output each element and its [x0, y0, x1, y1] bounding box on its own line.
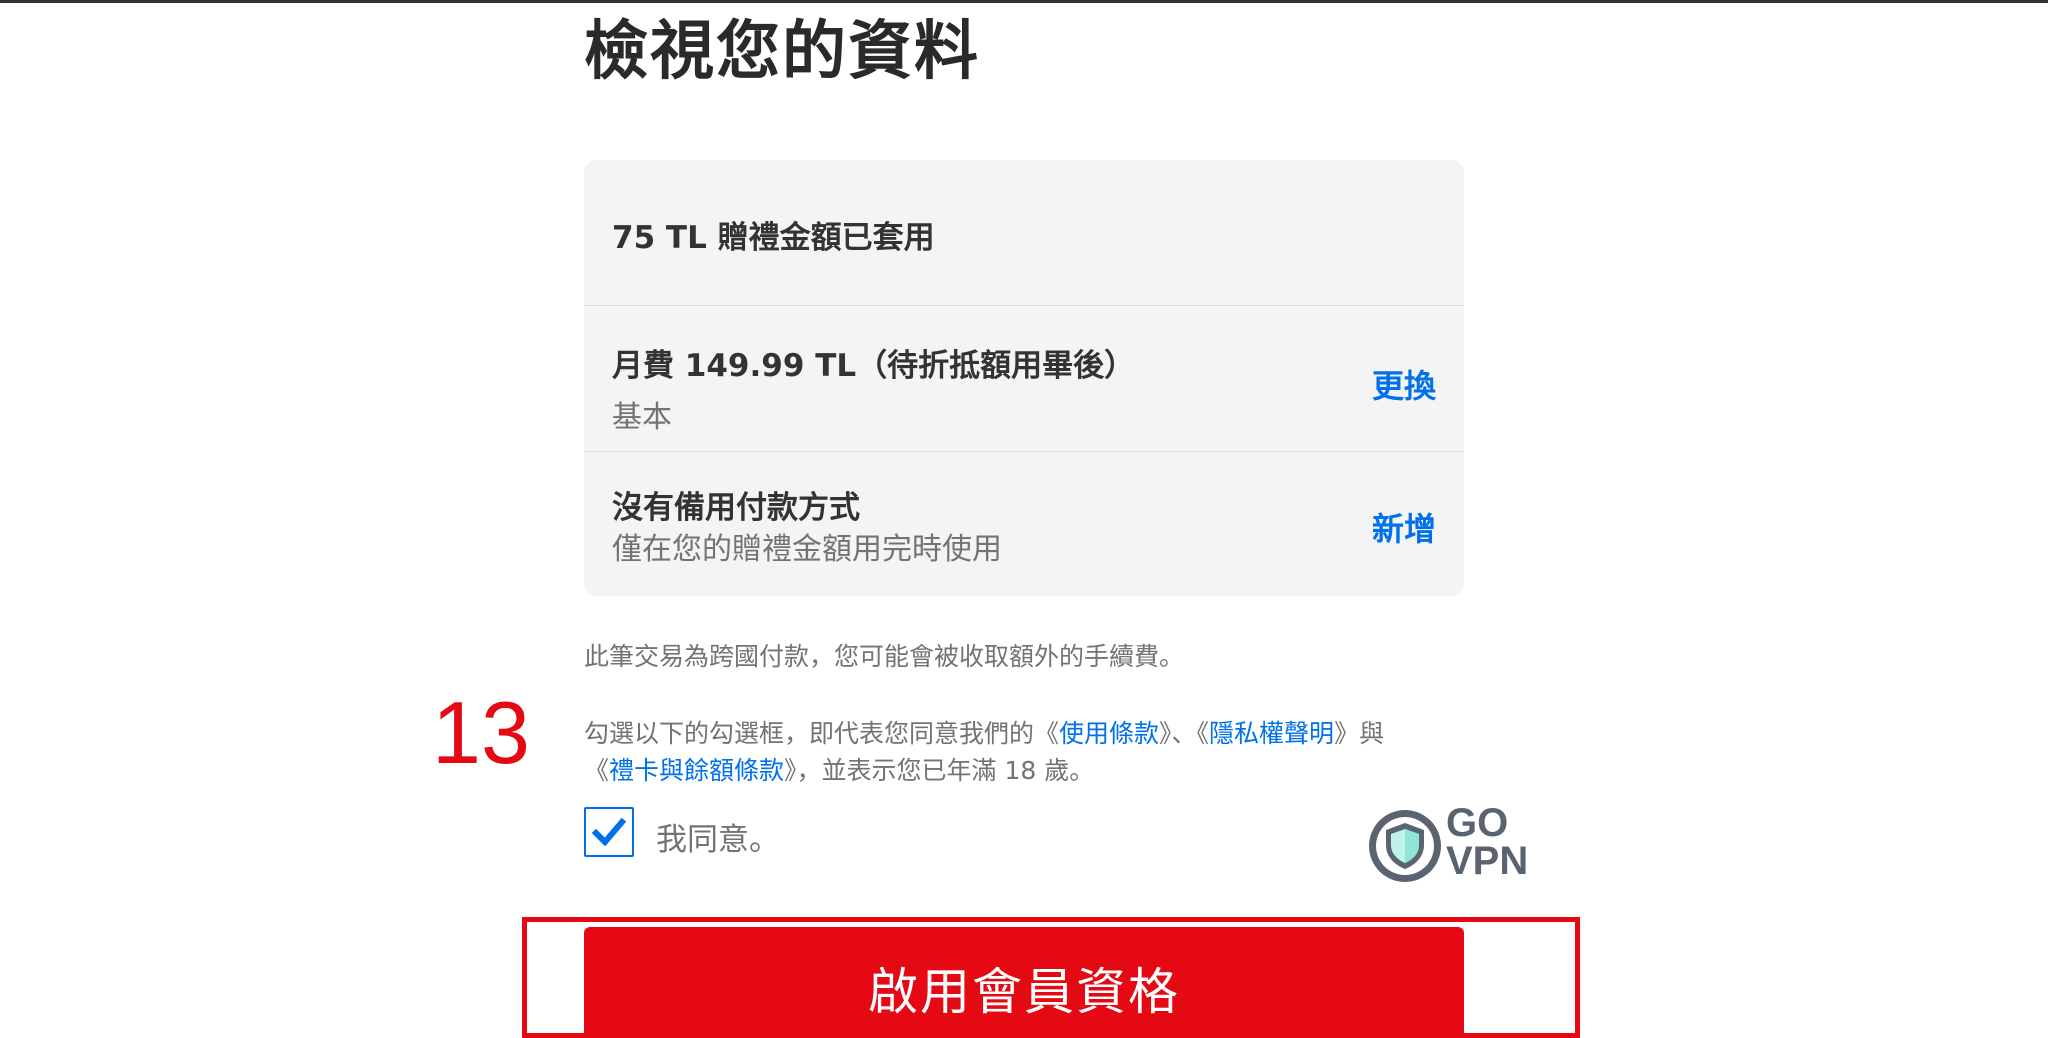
backup-payment-title: 沒有備用付款方式	[612, 490, 860, 526]
step-number-annotation: 13	[432, 683, 530, 782]
plan-name: 基本	[612, 400, 672, 435]
gift-card-terms-link[interactable]: 禮卡與餘額條款	[609, 756, 784, 785]
terms-suffix: 》與	[1334, 719, 1385, 748]
privacy-statement-link[interactable]: 隱私權聲明	[1209, 719, 1334, 748]
terms-text-line-1: 勾選以下的勾選框，即代表您同意我們的《使用條款》、《隱私權聲明》與	[584, 714, 1384, 750]
gift-credit-row: 75 TL 贈禮金額已套用	[584, 160, 1464, 305]
order-summary-card: 75 TL 贈禮金額已套用 月費 149.99 TL（待折抵額用畢後） 基本 更…	[584, 160, 1464, 596]
logo-text-vpn: VPN	[1446, 839, 1529, 883]
plan-row: 月費 149.99 TL（待折抵額用畢後） 基本 更換	[584, 305, 1464, 452]
shield-icon	[1369, 810, 1441, 882]
govpn-logo: GO VPN	[1368, 801, 1534, 883]
terms-separator: 》、《	[1159, 719, 1210, 748]
backup-payment-subtitle: 僅在您的贈禮金額用完時使用	[612, 532, 1002, 567]
plan-price: 月費 149.99 TL（待折抵額用畢後）	[612, 348, 1136, 384]
terms-of-use-link[interactable]: 使用條款	[1059, 719, 1159, 748]
agree-checkbox[interactable]	[584, 807, 634, 857]
add-payment-link[interactable]: 新增	[1372, 504, 1436, 550]
backup-payment-row: 沒有備用付款方式 僅在您的贈禮金額用完時使用 新增	[584, 451, 1464, 596]
page: 檢視您的資料 75 TL 贈禮金額已套用 月費 149.99 TL（待折抵額用畢…	[0, 0, 2048, 1038]
terms-prefix: 勾選以下的勾選框，即代表您同意我們的《	[584, 719, 1060, 748]
cross-border-fee-note: 此筆交易為跨國付款，您可能會被收取額外的手續費。	[584, 642, 1185, 671]
terms-text-line-2: 《禮卡與餘額條款》，並表示您已年滿 18 歲。	[584, 751, 1094, 787]
page-title: 檢視您的資料	[584, 15, 980, 89]
activate-membership-button[interactable]: 啟用會員資格	[584, 927, 1464, 1038]
agree-label: 我同意。	[656, 822, 780, 858]
top-divider	[0, 0, 2048, 3]
terms-line2-prefix: 《	[584, 756, 610, 785]
terms-line2-suffix: 》，並表示您已年滿 18 歲。	[784, 756, 1095, 785]
checkmark-icon	[591, 817, 627, 847]
change-plan-link[interactable]: 更換	[1372, 361, 1436, 407]
logo-text-go: GO	[1446, 801, 1509, 845]
gift-credit-text: 75 TL 贈禮金額已套用	[612, 220, 935, 256]
